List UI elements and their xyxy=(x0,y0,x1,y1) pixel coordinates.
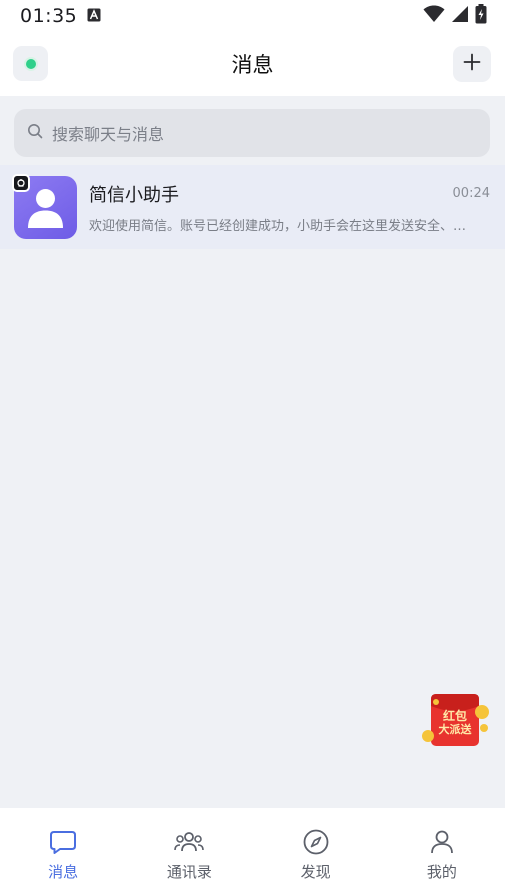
conversation-item[interactable]: 简信小助手 00:24 欢迎使用简信。账号已经创建成功，小助手会在这里发送安全、… xyxy=(0,165,505,249)
plus-icon xyxy=(463,53,481,75)
tab-label: 通讯录 xyxy=(166,863,212,881)
online-status-dot xyxy=(25,58,36,69)
conversation-time: 00:24 xyxy=(452,186,490,201)
add-button[interactable] xyxy=(453,46,491,82)
contacts-icon xyxy=(174,827,205,857)
battery-icon xyxy=(475,4,487,28)
compass-icon xyxy=(301,827,331,857)
promo-line-1: 红包 xyxy=(442,709,467,723)
tab-me[interactable]: 我的 xyxy=(379,808,505,896)
bot-icon xyxy=(12,174,30,192)
red-packet-promo[interactable]: 红包 大派送 xyxy=(422,692,492,750)
status-bar: 01:35 xyxy=(0,0,505,32)
tab-contacts[interactable]: 通讯录 xyxy=(126,808,252,896)
status-time: 01:35 xyxy=(20,5,78,27)
tab-label: 我的 xyxy=(426,863,457,881)
promo-line-2: 大派送 xyxy=(438,723,472,736)
tab-label: 发现 xyxy=(300,863,331,881)
search-placeholder: 搜索聊天与消息 xyxy=(52,125,165,144)
tab-messages[interactable]: 消息 xyxy=(0,808,126,896)
bottom-tab-bar: 消息 通讯录 发现 我的 xyxy=(0,808,505,896)
profile-icon xyxy=(427,827,457,857)
signal-icon xyxy=(451,5,469,27)
search-icon xyxy=(27,123,43,143)
conversation-preview: 欢迎使用简信。账号已经创建成功，小助手会在这里发送安全、… xyxy=(89,219,467,234)
online-status-button[interactable] xyxy=(13,46,48,81)
chat-icon xyxy=(48,827,78,857)
tab-discover[interactable]: 发现 xyxy=(253,808,379,896)
app-a-icon xyxy=(87,7,101,26)
page-title: 消息 xyxy=(231,53,274,77)
conversation-name: 简信小助手 xyxy=(89,185,179,206)
header: 消息 xyxy=(0,32,505,96)
wifi-icon xyxy=(423,5,445,27)
search-input[interactable]: 搜索聊天与消息 xyxy=(14,109,490,157)
tab-label: 消息 xyxy=(48,863,79,881)
